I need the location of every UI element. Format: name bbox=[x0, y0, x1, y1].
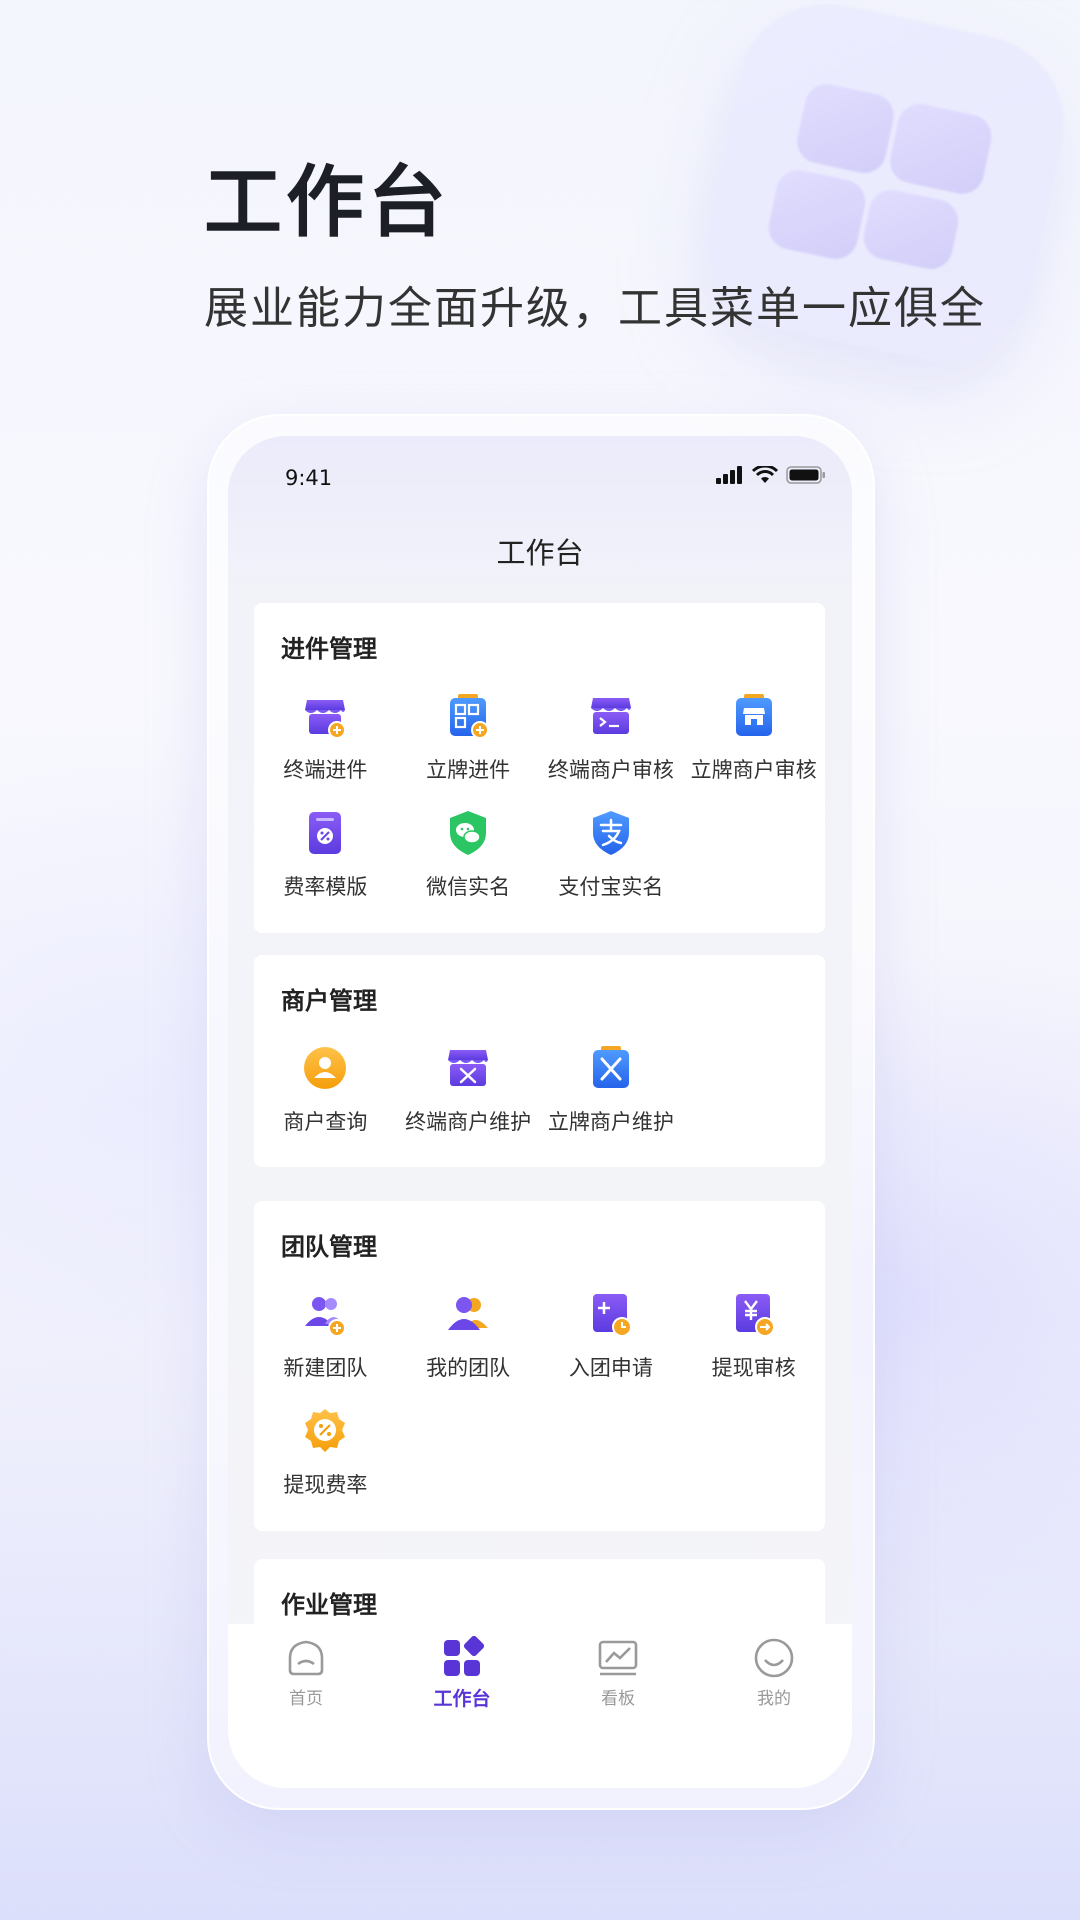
status-time: 9:41 bbox=[285, 466, 333, 490]
tab-workbench[interactable]: 工作台 bbox=[384, 1636, 540, 1788]
wechat-shield-icon bbox=[450, 811, 487, 855]
cellular-signal-icon bbox=[716, 466, 742, 484]
menu-item-label: 入团申请 bbox=[568, 1356, 653, 1380]
menu-item-terminal-merchant-review[interactable]: 终端商户审核 bbox=[540, 688, 683, 805]
menu-item-rate-template[interactable]: 费率模版 bbox=[254, 805, 397, 922]
menu-item-label: 费率模版 bbox=[283, 875, 368, 899]
menu-item-label: 立牌商户审核 bbox=[690, 758, 817, 782]
clipboard-tools-icon bbox=[592, 1046, 629, 1088]
menu-item-label: 微信实名 bbox=[426, 875, 511, 899]
home-icon bbox=[288, 1640, 324, 1676]
tab-label: 工作台 bbox=[433, 1688, 491, 1710]
section-card-onboarding: 进件管理 终端进件 立牌进件 终端商户审核 立牌商户审核 费率模版 微信实名 支… bbox=[254, 603, 825, 933]
phone-screen: 9:41 工作台 进件管理 终端进件 立牌进件 终端商户审核 立牌商户审核 费率… bbox=[228, 436, 852, 1788]
section-title: 进件管理 bbox=[281, 635, 377, 663]
section-card-merchant: 商户管理 商户查询 终端商户维护 立牌商户维护 bbox=[254, 955, 825, 1167]
menu-item-label: 终端进件 bbox=[283, 758, 368, 782]
menu-item-create-team[interactable]: 新建团队 bbox=[254, 1286, 397, 1403]
menu-item-label: 商户查询 bbox=[283, 1110, 368, 1134]
withdraw-rate-icon bbox=[305, 1409, 346, 1452]
menu-item-standee-onboarding[interactable]: 立牌进件 bbox=[397, 688, 540, 805]
store-terminal-icon bbox=[590, 698, 631, 734]
menu-item-terminal-merchant-maintain[interactable]: 终端商户维护 bbox=[397, 1040, 540, 1157]
menu-item-label: 提现审核 bbox=[711, 1356, 796, 1380]
menu-item-standee-merchant-maintain[interactable]: 立牌商户维护 bbox=[540, 1040, 683, 1157]
tab-profile[interactable]: 我的 bbox=[696, 1636, 852, 1788]
qr-add-icon bbox=[450, 694, 490, 739]
tab-dashboard[interactable]: 看板 bbox=[540, 1636, 696, 1788]
hero-subtitle: 展业能力全面升级，工具菜单一应俱全 bbox=[204, 283, 986, 334]
section-card-team: 团队管理 新建团队 我的团队 入团申请 提现审核 提现费率 bbox=[254, 1201, 825, 1531]
menu-item-label: 支付宝实名 bbox=[558, 875, 664, 899]
menu-item-wechat-realname[interactable]: 微信实名 bbox=[397, 805, 540, 922]
dashboard-icon bbox=[598, 1640, 638, 1676]
rate-template-icon bbox=[309, 812, 342, 854]
menu-item-standee-merchant-review[interactable]: 立牌商户审核 bbox=[682, 688, 825, 805]
menu-item-withdraw-review[interactable]: 提现审核 bbox=[682, 1286, 825, 1403]
profile-icon bbox=[754, 1638, 794, 1678]
tab-label: 首页 bbox=[289, 1689, 323, 1709]
section-title: 商户管理 bbox=[281, 987, 377, 1015]
store-add-icon bbox=[305, 700, 347, 739]
menu-item-label: 新建团队 bbox=[283, 1356, 368, 1380]
status-bar: 9:41 bbox=[228, 436, 852, 516]
clipboard-store-icon bbox=[735, 694, 772, 736]
merchant-user-icon bbox=[304, 1047, 347, 1089]
tab-label: 看板 bbox=[601, 1689, 635, 1709]
menu-item-merchant-query[interactable]: 商户查询 bbox=[254, 1040, 397, 1157]
store-tools-icon bbox=[448, 1050, 489, 1086]
menu-item-label: 提现费率 bbox=[283, 1473, 368, 1497]
menu-item-label: 我的团队 bbox=[426, 1356, 511, 1380]
menu-item-withdraw-rate[interactable]: 提现费率 bbox=[254, 1403, 397, 1520]
alipay-shield-icon bbox=[592, 811, 629, 855]
tab-home[interactable]: 首页 bbox=[228, 1636, 384, 1788]
bottom-tab-bar: 首页 工作台 看板 我的 bbox=[228, 1624, 852, 1788]
join-apply-icon bbox=[592, 1294, 632, 1337]
withdraw-review-icon bbox=[735, 1294, 775, 1337]
hero-title: 工作台 bbox=[204, 158, 451, 248]
menu-item-join-application[interactable]: 入团申请 bbox=[540, 1286, 683, 1403]
tab-label: 我的 bbox=[757, 1689, 791, 1709]
team-icon bbox=[448, 1297, 489, 1330]
team-add-icon bbox=[305, 1297, 347, 1337]
section-title: 作业管理 bbox=[281, 1591, 377, 1619]
section-title: 团队管理 bbox=[281, 1233, 377, 1261]
wifi-icon bbox=[752, 466, 778, 483]
menu-item-label: 立牌商户维护 bbox=[547, 1110, 674, 1134]
menu-item-label: 终端商户维护 bbox=[405, 1110, 532, 1134]
nav-title: 工作台 bbox=[496, 536, 584, 570]
workbench-icon bbox=[444, 1636, 484, 1676]
menu-item-terminal-onboarding[interactable]: 终端进件 bbox=[254, 688, 397, 805]
menu-item-my-team[interactable]: 我的团队 bbox=[397, 1286, 540, 1403]
menu-item-alipay-realname[interactable]: 支付宝实名 bbox=[540, 805, 683, 922]
workbench-content: 进件管理 终端进件 立牌进件 终端商户审核 立牌商户审核 费率模版 微信实名 支… bbox=[254, 603, 825, 1701]
menu-item-label: 终端商户审核 bbox=[547, 758, 674, 782]
menu-item-label: 立牌进件 bbox=[426, 758, 511, 782]
battery-icon bbox=[786, 466, 825, 484]
